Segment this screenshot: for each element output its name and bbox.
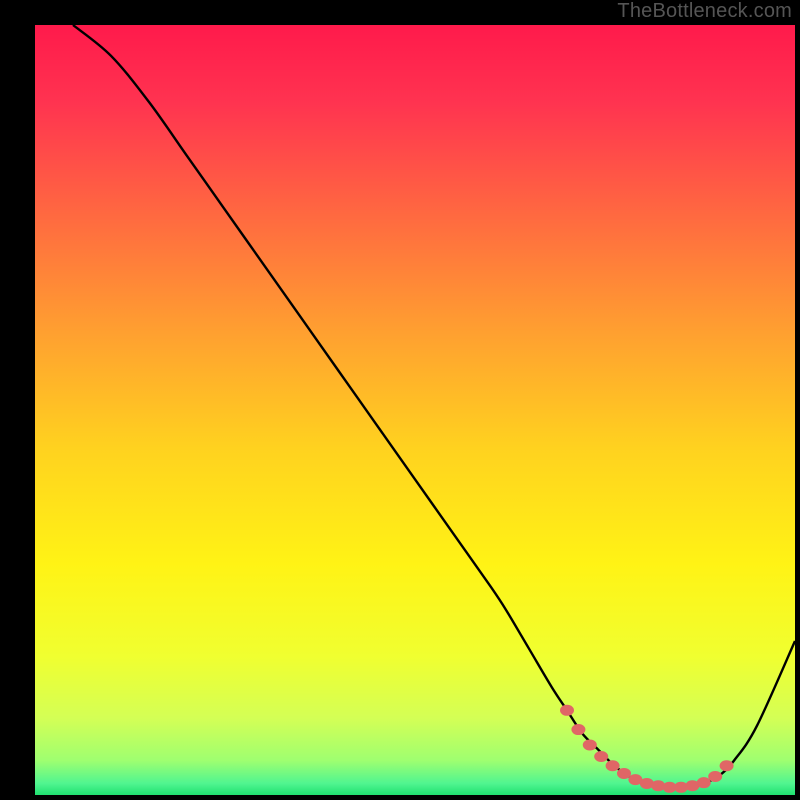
marker-dot	[708, 771, 722, 782]
marker-dot	[697, 777, 711, 788]
marker-dot	[571, 724, 585, 735]
gradient-background	[35, 25, 795, 795]
marker-dot	[720, 760, 734, 771]
chart-frame	[35, 25, 795, 795]
marker-dot	[560, 705, 574, 716]
chart-svg	[35, 25, 795, 795]
marker-dot	[617, 768, 631, 779]
marker-dot	[594, 751, 608, 762]
marker-dot	[606, 760, 620, 771]
watermark-text: TheBottleneck.com	[617, 0, 792, 23]
marker-dot	[583, 739, 597, 750]
